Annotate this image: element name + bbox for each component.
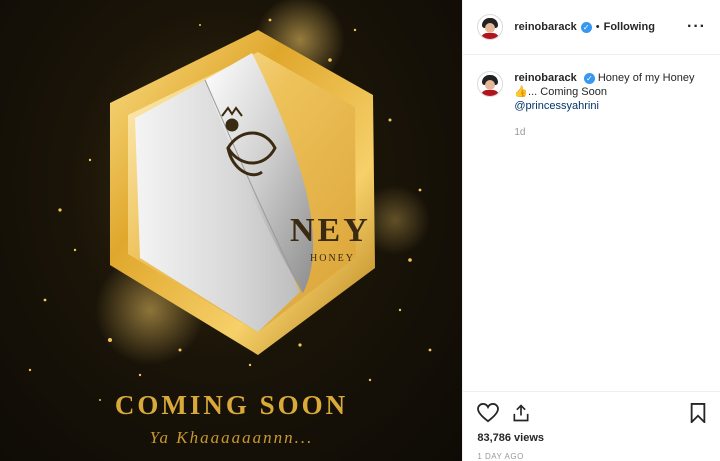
heart-icon[interactable] (477, 403, 500, 423)
comments-section: reinobarack ✓ Honey of my Honey 👍... Com… (463, 55, 720, 391)
caption-age[interactable]: 1d (514, 127, 706, 138)
actions-bar: 83,786 views 1 DAY AGO (463, 391, 720, 461)
tagline-text: Ya Khaaaaaannn... (149, 428, 314, 447)
share-icon[interactable] (511, 403, 531, 423)
brand-letters: NEY (290, 212, 371, 249)
views-count[interactable]: 83,786 views (477, 432, 706, 444)
coming-soon-text: COMING SOON (114, 390, 349, 420)
instagram-post: NEY HONEY COMING SOON Ya Khaaaaaannn... … (0, 0, 720, 461)
caption-text: reinobarack ✓ Honey of my Honey 👍... Com… (514, 71, 694, 113)
caption-line-2: 👍... Coming Soon (514, 86, 607, 98)
caption-username[interactable]: reinobarack (514, 72, 576, 84)
brand-subtext: HONEY (310, 253, 355, 264)
caption: reinobarack ✓ Honey of my Honey 👍... Com… (477, 71, 706, 113)
separator-dot: • (595, 21, 600, 33)
avatar[interactable] (477, 71, 504, 97)
post-image[interactable]: NEY HONEY COMING SOON Ya Khaaaaaannn... (0, 0, 463, 461)
caption-mention[interactable]: @princessyahrini (514, 100, 599, 112)
post-sidebar: reinobarack ✓ • Following ··· reinobarac… (462, 0, 720, 461)
header-username[interactable]: reinobarack (514, 21, 576, 33)
verified-badge-icon: ✓ (583, 72, 595, 84)
bookmark-icon[interactable] (690, 403, 706, 423)
post-header: reinobarack ✓ • Following ··· (463, 0, 720, 55)
post-date[interactable]: 1 DAY AGO (477, 452, 706, 461)
following-button[interactable]: Following (604, 21, 655, 33)
more-horizontal-icon[interactable]: ··· (687, 18, 706, 36)
avatar[interactable] (477, 14, 504, 40)
caption-line-1: Honey of my Honey (597, 72, 695, 84)
verified-badge-icon: ✓ (580, 21, 592, 33)
